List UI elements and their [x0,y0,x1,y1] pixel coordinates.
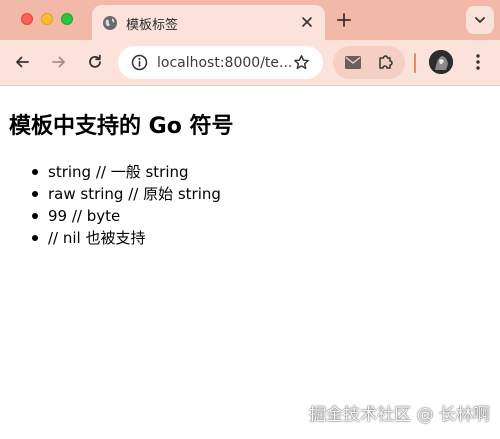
list-item: // nil 也被支持 [32,227,221,249]
extensions-group [333,46,405,79]
page-content: 模板中支持的 Go 符号 string // 一般 string raw str… [0,86,500,439]
reload-icon[interactable] [86,53,104,71]
profile-avatar[interactable] [429,50,453,74]
watermark: 掘金技术社区 @ 长林啊 [309,405,490,425]
list-item: 99 // byte [32,205,221,227]
bookmark-star-icon[interactable] [293,54,310,71]
list-item: string // 一般 string [32,161,221,183]
browser-toolbar: localhost:8000/te... [0,40,500,86]
window-maximize-button[interactable] [61,13,73,25]
globe-icon [103,16,117,30]
page-title: 模板中支持的 Go 符号 [9,114,234,139]
profile-picture-icon [429,50,453,74]
mail-icon[interactable] [344,55,362,70]
site-info-icon[interactable] [131,54,148,71]
tab-title: 模板标签 [126,18,179,33]
new-tab-button[interactable] [335,11,353,29]
close-icon[interactable] [299,14,315,30]
window-minimize-button[interactable] [41,13,53,25]
url-text: localhost:8000/te... [157,55,293,71]
more-vertical-icon[interactable] [470,53,486,71]
chevron-down-icon [475,17,485,23]
toolbar-divider [414,53,416,73]
back-arrow-icon[interactable] [13,53,31,71]
active-tab[interactable]: 模板标签 [92,5,325,40]
puzzle-icon[interactable] [377,53,395,71]
tab-search-button[interactable] [466,6,494,34]
list-item: raw string // 原始 string [32,185,221,203]
address-bar[interactable]: localhost:8000/te... [118,46,323,79]
window-close-button[interactable] [21,13,33,25]
symbol-list: string // 一般 string raw string // 原始 str… [32,161,221,249]
forward-arrow-icon[interactable] [50,53,68,71]
tab-strip: 模板标签 [0,0,500,40]
